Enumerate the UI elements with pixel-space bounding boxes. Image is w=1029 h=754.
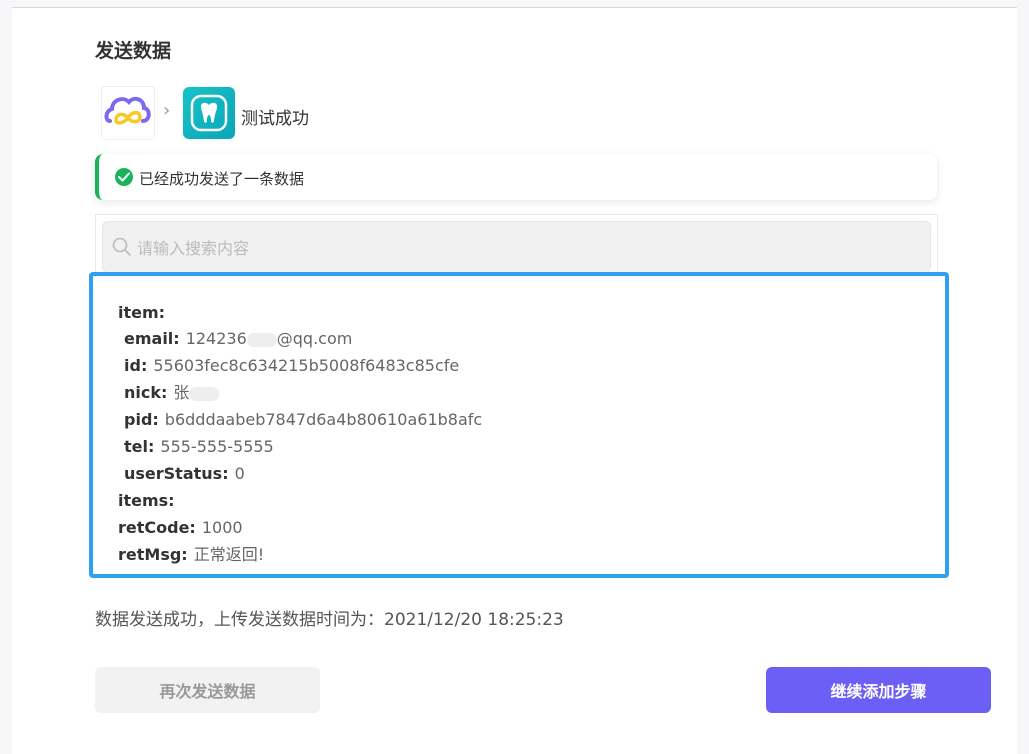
ret-msg-key: retMsg: [118, 545, 188, 564]
pid-row: pid: b6dddaabeb7847d6a4b80610a61b8afc [124, 410, 482, 430]
nick-value: 张 [173, 383, 190, 402]
email-value: 124236 [185, 329, 247, 348]
search-icon [112, 237, 131, 256]
page-title: 发送数据 [95, 40, 172, 62]
send-result-text: 数据发送成功，上传发送数据时间为：2021/12/20 18:25:23 [95, 610, 564, 630]
response-data-panel: item: email: 124236 @qq.com id: 55603fec8c6… [89, 272, 949, 578]
user-status-value: 0 [234, 464, 245, 483]
email-row: email: 124236 @qq.com [124, 329, 352, 349]
send-data-page: 发送数据 › 测试成功 已经成功发送了一条数据 请输入搜索内容 item: em… [12, 7, 1017, 754]
continue-add-step-button[interactable]: 继续添加步骤 [766, 667, 991, 713]
resend-data-button[interactable]: 再次发送数据 [95, 667, 320, 713]
test-status-label: 测试成功 [241, 109, 309, 129]
ret-code-row: retCode: 1000 [118, 518, 243, 538]
redacted-mask [189, 386, 220, 401]
redacted-mask [246, 332, 277, 347]
check-circle-icon [115, 168, 133, 186]
user-status-row: userStatus: 0 [124, 464, 245, 484]
nick-row: nick: 张 [124, 383, 220, 403]
ret-msg-value: 正常返回! [193, 545, 265, 564]
nick-key: nick: [124, 383, 168, 402]
id-row: id: 55603fec8c634215b5008f6483c85cfe [124, 356, 459, 376]
pid-value: b6dddaabeb7847d6a4b80610a61b8afc [164, 410, 483, 429]
search-box[interactable] [102, 221, 931, 273]
tel-row: tel: 555-555-5555 [124, 437, 274, 457]
cloud-infinity-logo [101, 86, 155, 140]
items-key: items: [118, 491, 175, 510]
tooth-app-logo [183, 87, 235, 139]
ret-code-value: 1000 [201, 518, 243, 537]
success-alert: 已经成功发送了一条数据 [95, 154, 937, 200]
id-value: 55603fec8c634215b5008f6483c85cfe [153, 356, 460, 375]
id-key: id: [124, 356, 148, 375]
email-domain: @qq.com [276, 329, 353, 348]
ret-msg-row: retMsg: 正常返回! [118, 545, 264, 565]
email-key: email: [124, 329, 180, 348]
tel-key: tel: [124, 437, 155, 456]
items-row: items: [118, 491, 175, 511]
pid-key: pid: [124, 410, 159, 429]
tel-value: 555-555-5555 [160, 437, 274, 456]
ret-code-key: retCode: [118, 518, 196, 537]
search-input[interactable] [135, 234, 919, 262]
user-status-key: userStatus: [124, 464, 229, 483]
item-key: item: [118, 303, 166, 322]
item-row: item: [118, 303, 165, 323]
chevron-right-icon: › [163, 100, 171, 121]
alert-message: 已经成功发送了一条数据 [139, 170, 305, 188]
